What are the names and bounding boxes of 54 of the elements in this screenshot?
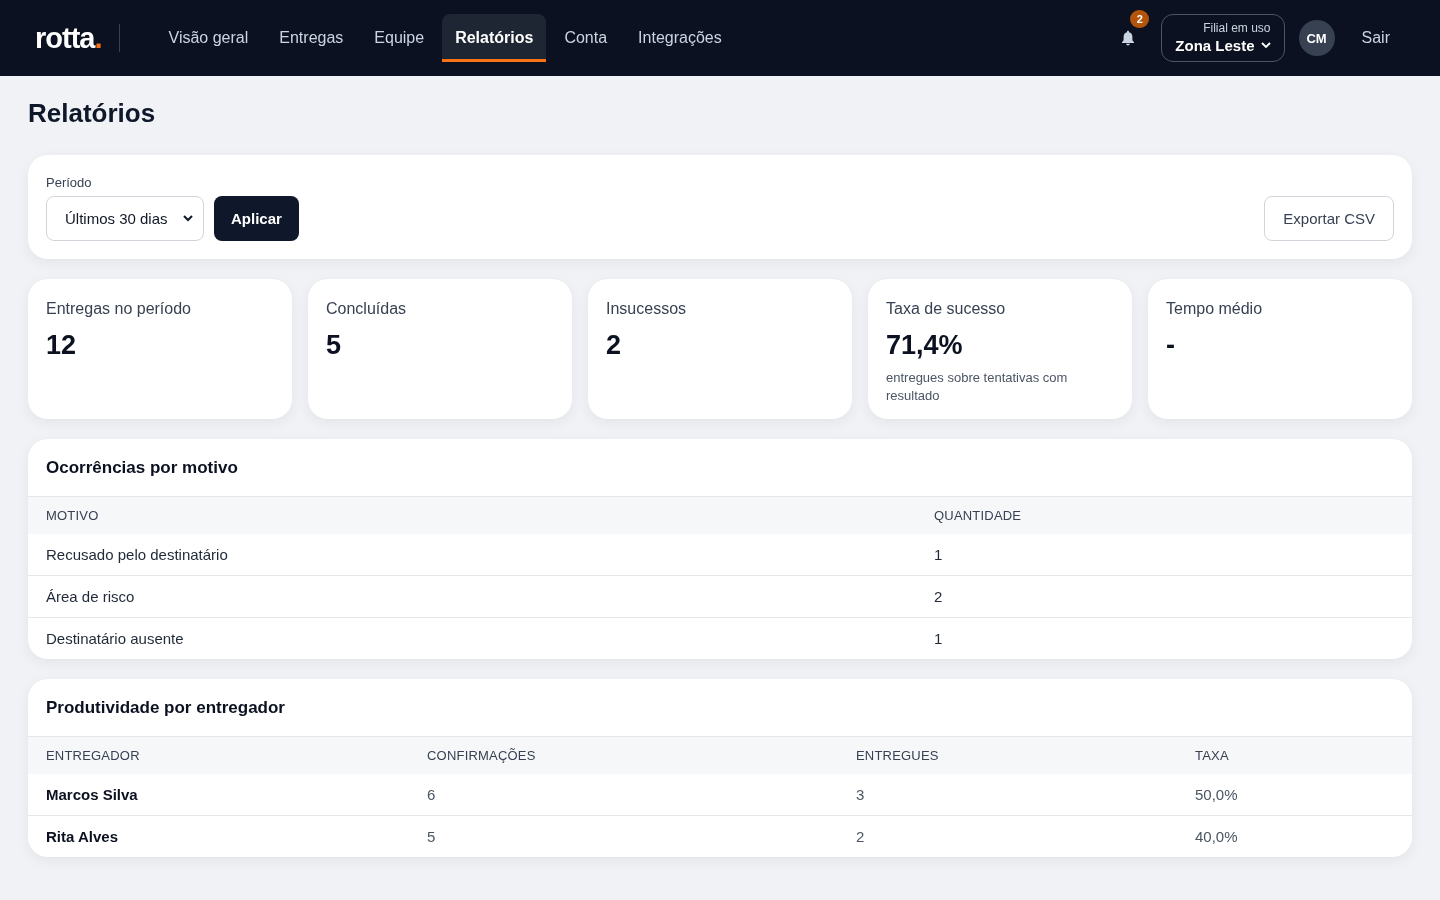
table-cell-text: 2 [855, 828, 866, 845]
nav-tab[interactable]: Relatórios [442, 14, 547, 62]
stat-label: Entregas no período [46, 299, 191, 319]
table-cell-text: Rita Alves [45, 828, 119, 845]
period-label: Período [46, 174, 93, 192]
nav-tab[interactable]: Equipe [361, 14, 438, 62]
table-cell-text: 1 [933, 630, 944, 647]
chevron-down-icon [1260, 42, 1271, 49]
column-header: CONFIRMAÇÕES [426, 748, 537, 763]
column-header: ENTREGUES [855, 748, 940, 763]
stat-label: Taxa de sucesso [886, 299, 1006, 319]
nav-tab[interactable]: Visão geral [155, 14, 262, 62]
table-cell-text: 2 [933, 588, 944, 605]
table-cell-text: 3 [855, 786, 866, 803]
branch-caption: Filial em uso [1203, 21, 1271, 36]
bell-icon [1121, 30, 1136, 46]
stat-value: 71,4% [886, 329, 963, 362]
apply-button[interactable]: Aplicar [214, 196, 299, 241]
chevron-down-icon [183, 215, 193, 222]
column-header: QUANTIDADE [933, 508, 1023, 523]
stat-label: Concluídas [326, 299, 407, 319]
table-cell-text: 5 [426, 828, 437, 845]
table-cell-text: Recusado pelo destinatário [45, 546, 229, 563]
period-select[interactable]: Últimos 30 dias [46, 196, 204, 241]
table-cell-text: 50,0% [1194, 786, 1239, 803]
stat-label: Tempo médio [1166, 299, 1263, 319]
export-csv-button[interactable]: Exportar CSV [1264, 196, 1394, 241]
logo[interactable]: rotta. [35, 23, 102, 53]
nav-tab[interactable]: Conta [551, 14, 621, 62]
user-avatar[interactable]: CM [1298, 20, 1335, 56]
table-title: Ocorrências por motivo [45, 457, 239, 479]
stat-value: - [1166, 329, 1175, 362]
column-header: MOTIVO [45, 508, 100, 523]
branch-selector[interactable]: Filial em uso Zona Leste [1161, 14, 1285, 62]
nav-tab[interactable]: Integrações [625, 14, 735, 62]
table-cell-text: Área de risco [45, 588, 136, 605]
table-cell-text: Marcos Silva [45, 786, 139, 803]
stat-label: Insucessos [606, 299, 687, 319]
stat-value: 2 [606, 329, 622, 362]
notification-count-badge: 2 [1130, 10, 1150, 28]
table-cell-text: 6 [426, 786, 437, 803]
column-header: ENTREGADOR [45, 748, 141, 763]
stat-value: 12 [46, 329, 77, 362]
page-title: Relatórios [28, 97, 157, 130]
table-cell-text: 1 [933, 546, 944, 563]
table-title: Produtividade por entregador [45, 697, 286, 719]
stat-note: entregues sobre tentativas com resultado [886, 369, 1069, 405]
stat-value: 5 [326, 329, 342, 362]
branch-name: Zona Leste [1175, 36, 1255, 55]
table-cell-text: 40,0% [1194, 828, 1239, 845]
logout-link[interactable]: Sair [1361, 29, 1390, 47]
table-cell-text: Destinatário ausente [45, 630, 185, 647]
nav-tab[interactable]: Entregas [266, 14, 357, 62]
column-header: TAXA [1194, 748, 1230, 763]
